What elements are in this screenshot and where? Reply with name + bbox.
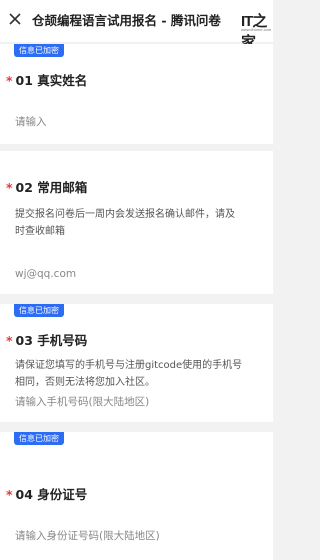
description-line: 相同，否则无法将您加入社区。 bbox=[15, 377, 155, 388]
required-mark: * bbox=[6, 487, 13, 502]
question-label: 03 手机号码 bbox=[15, 333, 88, 348]
question-label: 02 常用邮箱 bbox=[15, 180, 88, 195]
question-card-phone: 信息已加密 * 03 手机号码 请保证您填写的手机号与注册gitcode使用的手机… bbox=[0, 304, 273, 422]
question-card-email: * 02 常用邮箱 提交报名问卷后一周内会发送报名确认邮件，请及 时查收邮箱 wj… bbox=[0, 151, 273, 294]
question-title: * 04 身份证号 bbox=[6, 484, 87, 503]
question-description: 请保证您填写的手机号与注册gitcode使用的手机号 相同，否则无法将您加入社区… bbox=[15, 357, 265, 391]
description-line: 时查收邮箱 bbox=[15, 226, 65, 237]
question-label: 01 真实姓名 bbox=[15, 73, 88, 88]
question-description: 提交报名问卷后一周内会发送报名确认邮件，请及 时查收邮箱 bbox=[15, 206, 265, 240]
logo-url: www.ithome.com bbox=[241, 27, 272, 32]
question-label: 04 身份证号 bbox=[15, 487, 88, 502]
top-bar: 仓颉编程语言试用报名 - 腾讯问卷 IT之家 www.ithome.com bbox=[0, 0, 273, 51]
question-card-name: 信息已加密 * 01 真实姓名 请输入 bbox=[0, 44, 273, 144]
id-number-input[interactable]: 请输入身份证号码(限大陆地区) bbox=[15, 528, 260, 543]
ithome-logo: IT之家 www.ithome.com bbox=[241, 10, 272, 51]
phone-input[interactable]: 请输入手机号码(限大陆地区) bbox=[15, 394, 260, 409]
encrypted-badge: 信息已加密 bbox=[14, 304, 64, 317]
encrypted-badge: 信息已加密 bbox=[14, 44, 64, 57]
name-input[interactable]: 请输入 bbox=[15, 114, 260, 129]
page-title: 仓颉编程语言试用报名 - 腾讯问卷 bbox=[32, 13, 221, 28]
required-mark: * bbox=[6, 333, 13, 348]
description-line: 提交报名问卷后一周内会发送报名确认邮件，请及 bbox=[15, 209, 235, 220]
question-card-id: 信息已加密 * 04 身份证号 请输入身份证号码(限大陆地区) bbox=[0, 432, 273, 560]
close-icon[interactable] bbox=[6, 10, 24, 28]
required-mark: * bbox=[6, 180, 13, 195]
required-mark: * bbox=[6, 73, 13, 88]
question-title: * 02 常用邮箱 bbox=[6, 177, 87, 196]
question-title: * 03 手机号码 bbox=[6, 330, 87, 349]
description-line: 请保证您填写的手机号与注册gitcode使用的手机号 bbox=[15, 360, 243, 371]
encrypted-badge: 信息已加密 bbox=[14, 432, 64, 445]
question-title: * 01 真实姓名 bbox=[6, 70, 87, 89]
email-input[interactable]: wj@qq.com bbox=[15, 268, 260, 280]
